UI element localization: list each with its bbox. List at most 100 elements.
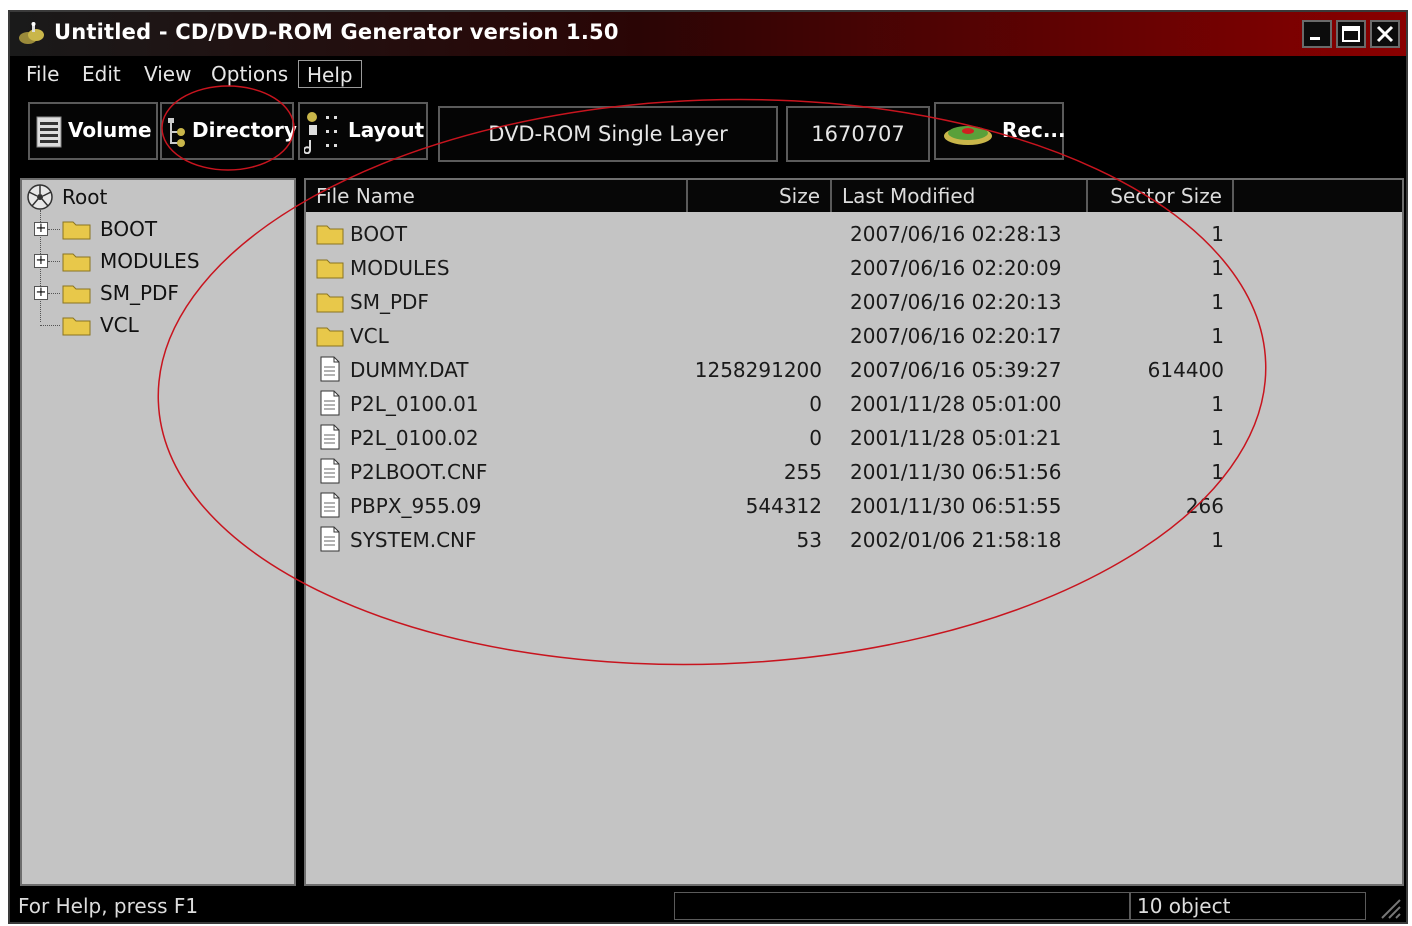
table-row[interactable]: BOOT 2007/06/16 02:28:13 1: [306, 216, 1402, 250]
cell-modified: 2007/06/16 05:39:27: [850, 358, 1062, 382]
cell-modified: 2007/06/16 02:28:13: [850, 222, 1062, 246]
column-header-size[interactable]: Size: [688, 180, 832, 212]
folder-icon: [316, 293, 344, 313]
volume-icon: [36, 116, 62, 148]
layout-button[interactable]: Layout: [298, 102, 428, 160]
title-bar[interactable]: Untitled - CD/DVD-ROM Generator version …: [10, 12, 1406, 56]
expand-icon[interactable]: +: [34, 286, 48, 300]
directory-label: Directory: [192, 118, 297, 142]
table-row[interactable]: SYSTEM.CNF 53 2002/01/06 21:58:18 1: [306, 522, 1402, 556]
file-icon: [320, 458, 340, 484]
cell-sector-size: 1: [1211, 528, 1224, 552]
tree-node[interactable]: + MODULES: [26, 246, 286, 276]
tree-node[interactable]: + BOOT: [26, 214, 286, 244]
cell-size: 1258291200: [694, 358, 822, 382]
record-button[interactable]: Rec...: [934, 102, 1066, 160]
file-icon: [320, 526, 340, 552]
directory-tree-icon: [168, 118, 185, 147]
cell-name: P2L_0100.01: [350, 392, 479, 416]
table-row[interactable]: P2LBOOT.CNF 255 2001/11/30 06:51:56 1: [306, 454, 1402, 488]
table-row[interactable]: SM_PDF 2007/06/16 02:20:13 1: [306, 284, 1402, 318]
file-list[interactable]: File Name Size Last Modified Sector Size…: [304, 178, 1404, 886]
app-window: Untitled - CD/DVD-ROM Generator version …: [8, 10, 1408, 924]
media-type-select[interactable]: DVD-ROM Single Layer: [438, 106, 778, 162]
window-title: Untitled - CD/DVD-ROM Generator version …: [54, 20, 619, 44]
tree-connector: [48, 293, 60, 294]
cell-name: SYSTEM.CNF: [350, 528, 477, 552]
maximize-button[interactable]: [1336, 20, 1366, 48]
tree-label: MODULES: [100, 249, 200, 273]
cell-sector-size: 1: [1211, 256, 1224, 280]
cell-modified: 2001/11/30 06:51:55: [850, 494, 1062, 518]
tree-connector: [40, 325, 60, 326]
folder-icon: [316, 259, 344, 279]
table-row[interactable]: MODULES 2007/06/16 02:20:09 1: [306, 250, 1402, 284]
layout-icon: [304, 112, 337, 154]
cell-name: P2L_0100.02: [350, 426, 479, 450]
cell-modified: 2007/06/16 02:20:09: [850, 256, 1062, 280]
table-row[interactable]: VCL 2007/06/16 02:20:17 1: [306, 318, 1402, 352]
cell-modified: 2007/06/16 02:20:17: [850, 324, 1062, 348]
list-header: File Name Size Last Modified Sector Size: [306, 180, 1402, 212]
expand-icon[interactable]: +: [34, 254, 48, 268]
status-object-count: 10 object: [1137, 894, 1231, 918]
status-pane-count: 10 object: [1130, 892, 1366, 920]
column-header-modified[interactable]: Last Modified: [832, 180, 1088, 212]
cell-modified: 2001/11/28 05:01:21: [850, 426, 1062, 450]
table-row[interactable]: P2L_0100.02 0 2001/11/28 05:01:21 1: [306, 420, 1402, 454]
menu-help[interactable]: Help: [298, 60, 362, 88]
cell-size: 53: [796, 528, 822, 552]
cell-sector-size: 1: [1211, 392, 1224, 416]
tree-node[interactable]: + SM_PDF: [26, 278, 286, 308]
tree-label: VCL: [100, 313, 139, 337]
status-help-text: For Help, press F1: [18, 894, 199, 918]
file-icon: [320, 424, 340, 450]
menu-options[interactable]: Options: [203, 60, 296, 88]
directory-button[interactable]: Directory: [160, 102, 297, 160]
cell-size: 0: [809, 426, 822, 450]
status-bar: For Help, press F1 10 object: [10, 890, 1406, 922]
minimize-button[interactable]: [1302, 20, 1332, 48]
cell-size: 0: [809, 392, 822, 416]
close-button[interactable]: [1370, 20, 1400, 48]
expand-icon[interactable]: +: [34, 222, 48, 236]
resize-grip-icon[interactable]: [1378, 896, 1402, 920]
tree-node[interactable]: VCL: [26, 310, 286, 340]
layout-label: Layout: [348, 118, 425, 142]
tree-connector: [48, 261, 60, 262]
table-row[interactable]: DUMMY.DAT 1258291200 2007/06/16 05:39:27 61…: [306, 352, 1402, 386]
cell-name: SM_PDF: [350, 290, 429, 314]
folder-icon: [62, 317, 91, 336]
cell-sector-size: 1: [1211, 426, 1224, 450]
tree-label: SM_PDF: [100, 281, 179, 305]
cell-modified: 2007/06/16 02:20:13: [850, 290, 1062, 314]
tree-connector: [48, 229, 60, 230]
folder-icon: [62, 253, 91, 272]
cell-sector-size: 1: [1211, 222, 1224, 246]
table-row[interactable]: PBPX_955.09 544312 2001/11/30 06:51:55 266: [306, 488, 1402, 522]
cell-name: PBPX_955.09: [350, 494, 482, 518]
volume-button[interactable]: Volume: [28, 102, 158, 160]
cell-sector-size: 1: [1211, 324, 1224, 348]
tree-label: Root: [62, 185, 108, 209]
column-header-sector-size[interactable]: Sector Size: [1088, 180, 1234, 212]
app-icon: [19, 22, 44, 44]
cell-name: MODULES: [350, 256, 450, 280]
menu-view[interactable]: View: [136, 60, 199, 88]
directory-tree[interactable]: Root + BOOT + MODULES + SM_PDF VCL: [20, 178, 296, 886]
cell-size: 255: [783, 460, 822, 484]
cell-sector-size: 614400: [1147, 358, 1224, 382]
tree-label: BOOT: [100, 217, 158, 241]
menu-edit[interactable]: Edit: [74, 60, 129, 88]
column-header-name[interactable]: File Name: [306, 180, 688, 212]
table-row[interactable]: P2L_0100.01 0 2001/11/28 05:01:00 1: [306, 386, 1402, 420]
folder-icon: [62, 221, 91, 240]
cell-name: P2LBOOT.CNF: [350, 460, 488, 484]
maximize-icon: [1342, 26, 1360, 42]
menu-bar: File Edit View Options Help: [10, 56, 1406, 92]
cell-modified: 2002/01/06 21:58:18: [850, 528, 1062, 552]
menu-file[interactable]: File: [18, 60, 67, 88]
cell-size: 544312: [745, 494, 822, 518]
status-pane-progress: [674, 892, 1130, 920]
toolbar: Volume Directory Layout DVD-ROM Single L…: [10, 92, 1406, 178]
